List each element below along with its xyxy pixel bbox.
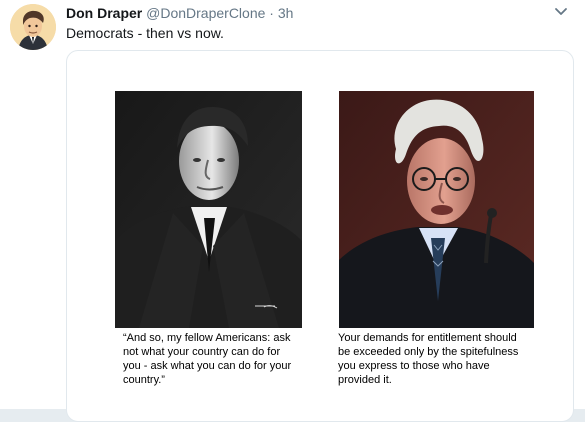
author-handle[interactable]: @DonDraperClone xyxy=(146,5,265,21)
sanders-photo xyxy=(339,91,534,328)
timestamp[interactable]: 3h xyxy=(278,5,294,21)
chevron-down-icon[interactable] xyxy=(554,5,568,19)
timestamp-separator: · xyxy=(269,5,274,21)
tweet-header: Don Draper @DonDraperClone · 3h xyxy=(66,4,293,22)
sanders-quote: Your demands for entitlement should be e… xyxy=(338,332,519,386)
avatar[interactable] xyxy=(10,4,56,50)
tweet-text: Democrats - then vs now. xyxy=(66,25,224,41)
kennedy-quote: “And so, my fellow Americans: ask not wh… xyxy=(123,332,292,386)
tweet[interactable]: Don Draper @DonDraperClone · 3h Democrat… xyxy=(0,0,585,422)
media-card[interactable]: “And so, my fellow Americans: ask not wh… xyxy=(66,50,574,422)
author-name[interactable]: Don Draper xyxy=(66,5,142,21)
kennedy-photo xyxy=(115,91,302,328)
